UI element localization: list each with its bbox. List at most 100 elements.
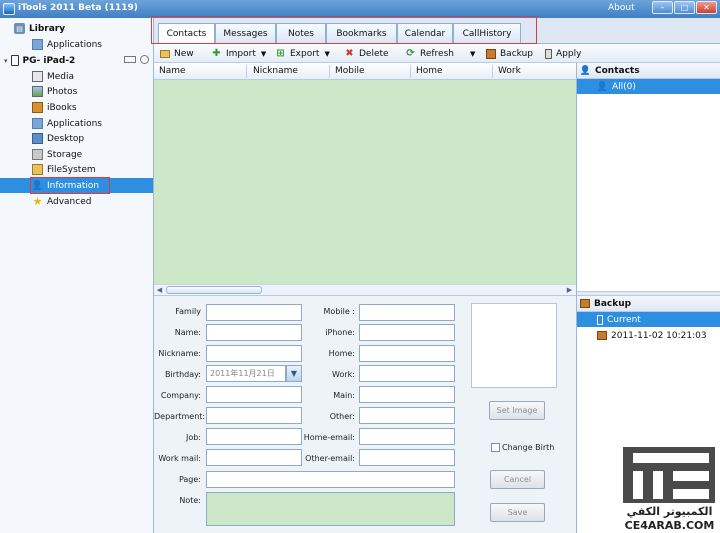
contacts-grid-header: Name Nickname Mobile Home Work xyxy=(154,63,576,80)
backup-archive-icon xyxy=(597,331,607,340)
site-watermark: الكمبيوتر الكفي CE4ARAB.COM xyxy=(619,445,720,533)
sidebar-library-applications[interactable]: Applications xyxy=(32,37,102,52)
page-input[interactable] xyxy=(206,471,455,488)
family-input[interactable] xyxy=(206,304,302,321)
sync-icon[interactable] xyxy=(140,55,149,64)
folder-icon xyxy=(160,49,170,58)
column-work[interactable]: Work xyxy=(498,66,521,76)
birthday-input[interactable]: 2011年11月21日 xyxy=(206,365,286,382)
work-input[interactable] xyxy=(359,365,455,382)
contact-detail-form: Family Name: Nickname: Birthday: Company… xyxy=(154,295,576,533)
import-button[interactable]: ✚ Import ▼ xyxy=(211,47,266,60)
sidebar-item-storage[interactable]: Storage xyxy=(32,147,82,162)
advanced-icon: ★ xyxy=(32,195,43,208)
work-mail-input[interactable] xyxy=(206,449,302,466)
tabs-highlight xyxy=(151,16,537,44)
scroll-thumb[interactable] xyxy=(166,286,262,294)
delete-icon: ✖ xyxy=(345,48,354,59)
home-input[interactable] xyxy=(359,345,455,362)
column-mobile[interactable]: Mobile xyxy=(335,66,365,76)
sidebar-device[interactable]: ▾ PG- iPad-2 xyxy=(4,53,152,68)
contacts-all-item[interactable]: 👤 All(0) xyxy=(577,79,720,94)
media-icon xyxy=(32,71,43,82)
backup-button[interactable]: Backup xyxy=(486,47,533,60)
column-name[interactable]: Name xyxy=(159,66,186,76)
export-dropdown-icon[interactable]: ▼ xyxy=(324,50,329,58)
about-link[interactable]: About xyxy=(608,3,635,13)
contacts-grid[interactable] xyxy=(154,80,576,284)
desktop-icon xyxy=(32,133,43,144)
delete-button[interactable]: ✖ Delete xyxy=(344,47,388,60)
label-family: Family xyxy=(175,307,201,316)
export-icon: ⊞ xyxy=(276,48,285,59)
sidebar-item-media[interactable]: Media xyxy=(32,69,74,84)
label-birthday: Birthday: xyxy=(164,370,201,379)
collapse-icon[interactable]: ▾ xyxy=(4,57,8,65)
export-button[interactable]: ⊞ Export ▼ xyxy=(275,47,330,60)
change-birth-checkbox[interactable] xyxy=(491,443,500,452)
set-image-button[interactable]: Set Image xyxy=(489,401,545,420)
filesystem-icon xyxy=(32,164,43,175)
maximize-icon[interactable]: □ xyxy=(674,1,695,14)
label-home-email: Home-email: xyxy=(303,433,355,442)
label-work-mail: Work mail: xyxy=(158,454,201,463)
nickname-input[interactable] xyxy=(206,345,302,362)
minimize-icon[interactable]: – xyxy=(652,1,673,14)
label-work: Work: xyxy=(332,370,355,379)
cancel-button[interactable]: Cancel xyxy=(490,470,545,489)
sidebar: ▤ Library Applications ▾ PG- iPad-2 Medi… xyxy=(0,18,154,533)
sidebar-item-advanced[interactable]: ★ Advanced xyxy=(32,194,92,209)
backup-current-item[interactable]: Current xyxy=(577,312,720,327)
label-name: Name: xyxy=(174,328,201,337)
applications-icon xyxy=(32,39,43,50)
ipad-icon xyxy=(10,55,19,66)
sidebar-item-applications[interactable]: Applications xyxy=(32,116,102,131)
column-home[interactable]: Home xyxy=(416,66,443,76)
backup-snapshot-item[interactable]: 2011-11-02 10:21:03 xyxy=(577,328,720,343)
horizontal-scrollbar[interactable]: ◀ ▶ xyxy=(154,284,576,295)
label-other-email: Other-email: xyxy=(305,454,355,463)
new-button[interactable]: New xyxy=(160,47,194,60)
main-input[interactable] xyxy=(359,386,455,403)
other-email-input[interactable] xyxy=(359,449,455,466)
watermark-logo xyxy=(621,445,717,505)
mobile-input[interactable] xyxy=(359,304,455,321)
birthday-dropdown-icon[interactable]: ▼ xyxy=(286,365,302,382)
import-dropdown-icon[interactable]: ▼ xyxy=(261,50,266,58)
label-nickname: Nickname: xyxy=(158,349,201,358)
other-input[interactable] xyxy=(359,407,455,424)
note-input[interactable] xyxy=(206,492,455,526)
save-button[interactable]: Save xyxy=(490,503,545,522)
ibooks-icon xyxy=(32,102,43,113)
company-input[interactable] xyxy=(206,386,302,403)
label-company: Company: xyxy=(160,391,201,400)
refresh-button[interactable]: ⟳ Refresh ▼ xyxy=(405,47,475,60)
label-iphone: iPhone: xyxy=(325,328,355,337)
battery-icon xyxy=(124,56,136,63)
close-icon[interactable]: ✕ xyxy=(696,1,717,14)
backup-icon xyxy=(580,299,590,308)
toolbar: New ✚ Import ▼ ⊞ Export ▼ ✖ Delete ⟳ Ref… xyxy=(154,44,720,63)
job-input[interactable] xyxy=(206,428,302,445)
label-note: Note: xyxy=(179,496,201,505)
sidebar-item-desktop[interactable]: Desktop xyxy=(32,131,84,146)
label-job: Job: xyxy=(185,433,201,442)
name-input[interactable] xyxy=(206,324,302,341)
scroll-right-icon[interactable]: ▶ xyxy=(564,285,575,295)
label-other: Other: xyxy=(329,412,355,421)
column-nickname[interactable]: Nickname xyxy=(253,66,298,76)
sidebar-library[interactable]: ▤ Library xyxy=(14,21,65,36)
label-department: Department: xyxy=(154,412,206,421)
window-controls: – □ ✕ xyxy=(652,1,717,14)
sidebar-item-photos[interactable]: Photos xyxy=(32,84,77,99)
refresh-dropdown-icon[interactable]: ▼ xyxy=(470,50,475,58)
label-home: Home: xyxy=(328,349,355,358)
scroll-left-icon[interactable]: ◀ xyxy=(154,285,165,295)
sidebar-item-filesystem[interactable]: FileSystem xyxy=(32,162,96,177)
sidebar-item-ibooks[interactable]: iBooks xyxy=(32,100,77,115)
department-input[interactable] xyxy=(206,407,302,424)
apply-button[interactable]: Apply xyxy=(545,47,581,60)
iphone-input[interactable] xyxy=(359,324,455,341)
home-email-input[interactable] xyxy=(359,428,455,445)
change-birth-label: Change Birth xyxy=(502,443,555,452)
